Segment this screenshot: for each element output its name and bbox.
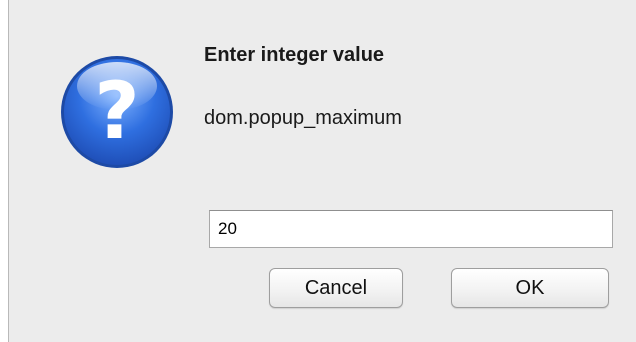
integer-prompt-dialog: ? Enter integer value dom.popup_maximum … <box>8 0 636 342</box>
ok-button[interactable]: OK <box>451 268 609 308</box>
question-mark-icon: ? <box>57 52 177 172</box>
dialog-title: Enter integer value <box>204 44 385 66</box>
cancel-button[interactable]: Cancel <box>269 268 403 308</box>
svg-text:?: ? <box>94 67 139 157</box>
integer-value-input[interactable] <box>209 210 613 248</box>
preference-name: dom.popup_maximum <box>204 107 402 129</box>
